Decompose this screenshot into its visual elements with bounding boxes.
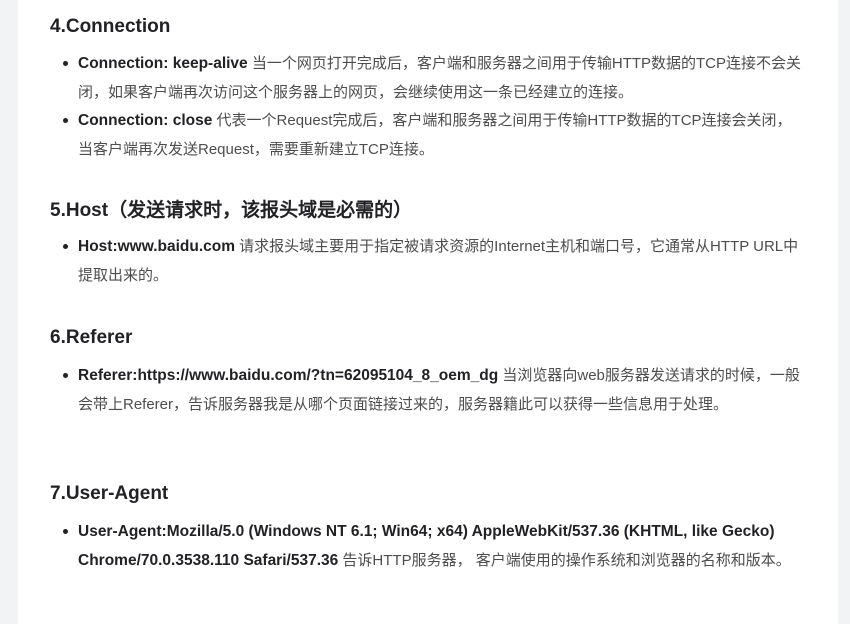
list-item: Connection: close 代表一个Request完成后，客户端和服务器… [50, 107, 806, 164]
section-heading-user-agent: 7.User-Agent [50, 483, 169, 504]
section-heading-connection: 4.Connection [50, 16, 171, 37]
item-keyword: Host:www.baidu.com [78, 238, 236, 255]
item-keyword: Referer:https://www.baidu.com/?tn=620951… [78, 367, 499, 384]
article-page: 4.Connection Connection: keep-alive 当一个网… [18, 0, 838, 624]
section-heading-host: 5.Host（发送请求时，该报头域是必需的） [50, 200, 413, 221]
referer-list: Referer:https://www.baidu.com/?tn=620951… [50, 362, 806, 419]
list-item: Referer:https://www.baidu.com/?tn=620951… [50, 362, 806, 419]
host-list: Host:www.baidu.com 请求报头域主要用于指定被请求资源的Inte… [50, 233, 806, 290]
list-item: Connection: keep-alive 当一个网页打开完成后，客户端和服务… [50, 50, 806, 107]
item-description: 告诉HTTP服务器， 客户端使用的操作系统和浏览器的名称和版本。 [338, 551, 791, 569]
item-keyword: Connection: close [78, 112, 213, 129]
list-item: Host:www.baidu.com 请求报头域主要用于指定被请求资源的Inte… [50, 233, 806, 290]
connection-list: Connection: keep-alive 当一个网页打开完成后，客户端和服务… [50, 50, 806, 164]
user-agent-list: User-Agent:Mozilla/5.0 (Windows NT 6.1; … [50, 518, 806, 575]
list-item: User-Agent:Mozilla/5.0 (Windows NT 6.1; … [50, 518, 806, 575]
item-keyword: Connection: keep-alive [78, 55, 248, 72]
section-heading-referer: 6.Referer [50, 327, 133, 348]
